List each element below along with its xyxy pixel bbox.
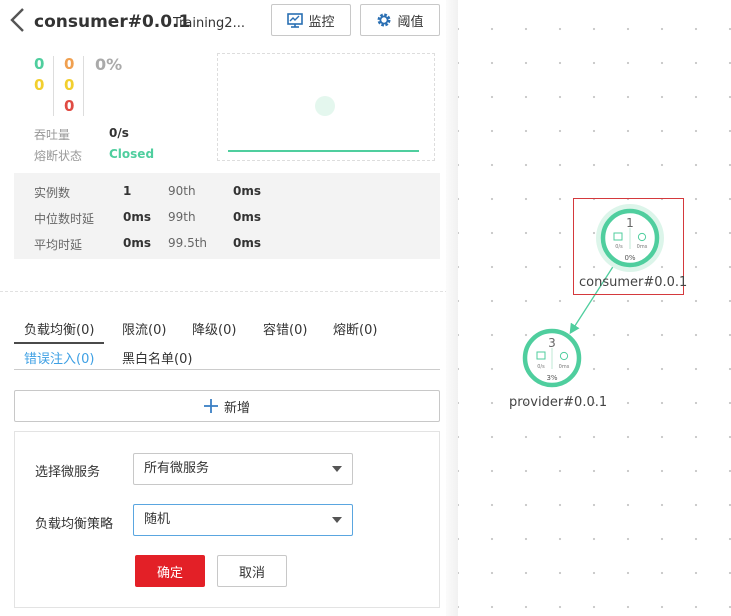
back-arrow-icon[interactable] xyxy=(8,6,26,34)
threshold-label: 阈值 xyxy=(397,14,424,30)
node-latency: 0ms xyxy=(559,364,570,370)
tab-black-white-list[interactable]: 黑白名单(0) xyxy=(122,348,192,367)
confirm-button[interactable]: 确定 xyxy=(135,555,205,587)
tab-circuit-breaker[interactable]: 熔断(0) xyxy=(333,319,377,338)
counter-divider xyxy=(83,56,84,116)
service-title: consumer#0.0.1 xyxy=(34,12,191,32)
monitor-icon xyxy=(287,12,304,28)
counter-divider xyxy=(53,56,54,116)
service-detail-panel: consumer#0.0.1 Training2... 监控 阈值 0 0 0 … xyxy=(0,0,458,616)
panel-divider xyxy=(446,0,458,616)
tab-active-indicator xyxy=(14,342,104,344)
monitor-label: 监控 xyxy=(308,14,335,30)
tab-fault-tolerance[interactable]: 容错(0) xyxy=(263,319,307,338)
service-subtitle: Training2... xyxy=(173,16,245,31)
app-root: consumer#0.0.1 Training2... 监控 阈值 0 0 0 … xyxy=(0,0,731,616)
node-instance-count: 3 xyxy=(548,336,556,350)
node-label-consumer[interactable]: consumer#0.0.1 xyxy=(579,275,687,290)
strategy-select-value: 随机 xyxy=(144,512,171,527)
stat-value: 0ms xyxy=(233,236,261,250)
breaker-label: 熔断状态 xyxy=(34,149,83,163)
strategy-select-label: 负载均衡策略 xyxy=(35,517,114,532)
stat-key: 90th xyxy=(168,184,196,198)
node-provider[interactable]: 3 0/s 0ms 3% xyxy=(522,328,582,388)
latency-stats-table: 实例数 1 90th 0ms 中位数时延 0ms 99th 0ms 平均时延 0… xyxy=(14,173,440,259)
counter-success: 0 xyxy=(34,55,45,73)
stat-value: 0ms xyxy=(123,236,151,250)
service-select-label: 选择微服务 xyxy=(35,465,101,480)
stat-key: 99.5th xyxy=(168,236,208,250)
throughput-label: 吞吐量 xyxy=(34,128,71,142)
topology-graph: 1 0/s 0ms 0% 3 0/s 0ms 3% xyxy=(522,204,664,388)
add-rule-button[interactable]: 新增 xyxy=(14,390,440,422)
tabs-divider xyxy=(14,369,440,370)
service-select-value: 所有微服务 xyxy=(144,461,210,476)
counter-failed: 0 xyxy=(64,97,75,115)
tab-degrade[interactable]: 降级(0) xyxy=(192,319,236,338)
stat-key: 中位数时延 xyxy=(34,212,95,226)
threshold-button[interactable]: 阈值 xyxy=(360,4,440,36)
throughput-value: 0/s xyxy=(109,126,129,140)
stat-key: 99th xyxy=(168,210,196,224)
node-error-rate: 3% xyxy=(546,374,557,382)
tab-rate-limit[interactable]: 限流(0) xyxy=(122,319,166,338)
cancel-button[interactable]: 取消 xyxy=(217,555,287,587)
plus-icon xyxy=(203,399,218,413)
chevron-down-icon xyxy=(332,517,342,523)
breaker-status: Closed xyxy=(109,147,155,161)
tab-load-balance[interactable]: 负载均衡(0) xyxy=(24,319,94,338)
counter-warning: 0 xyxy=(34,76,45,94)
stat-value: 0ms xyxy=(233,184,261,198)
chart-point xyxy=(315,96,335,116)
error-rate: 0% xyxy=(95,55,123,74)
stat-value: 0ms xyxy=(123,210,151,224)
section-divider xyxy=(0,291,458,292)
counter-timeout: 0 xyxy=(64,55,75,73)
load-balance-form: 选择微服务 所有微服务 负载均衡策略 随机 确定 取消 xyxy=(14,431,440,608)
throughput-mini-chart xyxy=(217,53,435,161)
stat-value: 1 xyxy=(123,184,132,198)
chevron-down-icon xyxy=(332,466,342,472)
node-throughput: 0/s xyxy=(537,364,545,370)
service-select[interactable]: 所有微服务 xyxy=(133,453,353,485)
node-label-provider[interactable]: provider#0.0.1 xyxy=(509,395,607,410)
tab-fault-injection[interactable]: 错误注入(0) xyxy=(24,348,94,367)
counter-rejected: 0 xyxy=(64,76,75,94)
add-rule-label: 新增 xyxy=(223,400,250,416)
stat-key: 实例数 xyxy=(34,186,71,200)
mini-chart-svg xyxy=(228,96,419,152)
stat-value: 0ms xyxy=(233,210,261,224)
monitor-button[interactable]: 监控 xyxy=(271,4,351,36)
strategy-select[interactable]: 随机 xyxy=(133,504,353,536)
gear-icon xyxy=(377,13,391,27)
stat-key: 平均时延 xyxy=(34,238,83,252)
